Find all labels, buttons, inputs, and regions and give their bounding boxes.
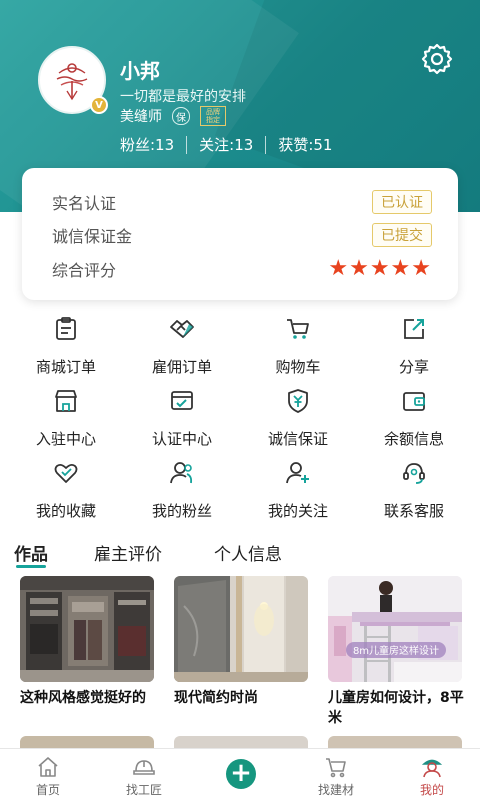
avatar[interactable]: V — [38, 46, 108, 114]
menu-label: 认证中心 — [151, 430, 212, 448]
nav-label: 首页 — [35, 783, 60, 797]
nav-find-materials[interactable]: 找建材 — [288, 749, 384, 800]
nav-label: 我的 — [419, 783, 444, 797]
menu-my-fans[interactable]: 我的粉丝 — [122, 456, 242, 528]
rating-row: 综合评分 ★★★★★ — [52, 256, 432, 281]
verified-badge-icon: V — [90, 96, 108, 114]
work-image: 8m儿童房这样设计 — [328, 576, 462, 682]
menu-balance[interactable]: 余额信息 — [354, 384, 474, 456]
clipboard-icon — [56, 317, 76, 340]
work-image — [20, 576, 154, 682]
menu-integrity[interactable]: 诚信保证 — [238, 384, 358, 456]
rating-label: 综合评分 — [52, 260, 117, 280]
menu-label: 我的收藏 — [35, 502, 96, 520]
tab-works[interactable]: 作品 — [14, 540, 48, 565]
heart-icon — [54, 463, 78, 483]
settings-gear-icon[interactable] — [420, 42, 454, 76]
home-icon — [38, 757, 58, 777]
brand-designated-badge: 品牌指定 — [200, 106, 226, 126]
menu-label: 余额信息 — [383, 430, 444, 448]
menu-favorites[interactable]: 我的收藏 — [6, 456, 126, 528]
avatar-logo-icon — [56, 63, 88, 101]
menu-cert-center[interactable]: 认证中心 — [122, 384, 242, 456]
fans-count[interactable]: 粉丝:13 — [120, 134, 174, 155]
work-title: 这种风格感觉挺好的 — [20, 690, 146, 706]
content-tabs: 作品 雇主评价 个人信息 — [0, 540, 480, 570]
menu-my-follows[interactable]: 我的关注 — [238, 456, 358, 528]
menu-settle-center[interactable]: 入驻中心 — [6, 384, 126, 456]
nav-label: 找建材 — [317, 783, 354, 797]
username: 小邦 — [120, 59, 160, 83]
certificate-icon — [171, 391, 193, 410]
share-icon — [404, 319, 424, 339]
menu-share[interactable]: 分享 — [354, 312, 474, 384]
plus-icon: + — [226, 759, 256, 789]
work-card[interactable]: 8m儿童房这样设计 儿童房如何设计，8平米 — [328, 576, 464, 728]
nav-publish[interactable]: + — [192, 749, 288, 800]
work-card[interactable]: 这种风格感觉挺好的 — [20, 576, 154, 708]
work-card[interactable]: 现代简约时尚 — [174, 576, 308, 708]
shield-yen-icon — [288, 389, 308, 413]
cart-icon — [326, 758, 346, 778]
menu-label: 联系客服 — [383, 502, 444, 520]
menu-label: 我的关注 — [267, 502, 328, 520]
store-icon — [55, 390, 77, 412]
work-title: 儿童房如何设计，8平米 — [328, 690, 464, 726]
deposit-status-badge: 已提交 — [372, 223, 432, 247]
menu-label: 入驻中心 — [35, 430, 96, 448]
menu-cart[interactable]: 购物车 — [238, 312, 358, 384]
handshake-icon — [170, 320, 194, 338]
follow-user-icon — [286, 462, 309, 484]
fans-icon — [170, 462, 193, 484]
headset-icon — [403, 463, 425, 484]
deposit-row[interactable]: 诚信保证金 已提交 — [52, 223, 432, 247]
nav-home[interactable]: 首页 — [0, 749, 96, 800]
menu-label: 雇佣订单 — [151, 358, 212, 376]
work-overlay-text: 8m儿童房这样设计 — [353, 644, 439, 657]
tab-personal-info[interactable]: 个人信息 — [214, 540, 282, 565]
rating-stars: ★★★★★ — [328, 256, 432, 281]
bottom-nav: 首页 找工匠 + 找建材 我的 — [0, 748, 480, 800]
verification-card: 实名认证 已认证 诚信保证金 已提交 综合评分 ★★★★★ — [22, 168, 458, 300]
helmet-icon — [133, 760, 155, 775]
menu-label: 分享 — [398, 358, 429, 376]
menu-mall-orders[interactable]: 商城订单 — [6, 312, 126, 384]
deposit-label: 诚信保证金 — [52, 227, 133, 246]
menu-label: 我的粉丝 — [151, 502, 212, 520]
real-name-status-badge: 已认证 — [372, 190, 432, 214]
profile-motto: 一切都是最好的安排 — [120, 89, 246, 105]
following-count[interactable]: 关注:13 — [199, 134, 253, 155]
role-row: 美缝师 保 品牌指定 — [120, 106, 226, 126]
work-title: 现代简约时尚 — [174, 690, 258, 706]
profile-stats: 粉丝:13 关注:13 获赞:51 — [120, 134, 332, 155]
menu-label: 购物车 — [275, 358, 321, 376]
menu-label: 诚信保证 — [267, 430, 328, 448]
profile-icon — [421, 759, 443, 778]
real-name-row[interactable]: 实名认证 已认证 — [52, 190, 432, 214]
menu-hire-orders[interactable]: 雇佣订单 — [122, 312, 242, 384]
likes-count: 获赞:51 — [278, 136, 333, 154]
menu-customer-service[interactable]: 联系客服 — [354, 456, 474, 528]
tab-employer-reviews[interactable]: 雇主评价 — [94, 540, 162, 565]
nav-mine[interactable]: 我的 — [384, 749, 480, 800]
guarantee-icon: 保 — [172, 107, 190, 125]
work-image — [174, 576, 308, 682]
nav-find-craftsman[interactable]: 找工匠 — [96, 749, 192, 800]
wallet-icon — [403, 392, 425, 411]
active-tab-indicator — [16, 565, 46, 568]
role-label: 美缝师 — [120, 109, 162, 125]
cart-icon — [287, 319, 309, 339]
menu-label: 商城订单 — [35, 358, 96, 376]
real-name-label: 实名认证 — [52, 194, 117, 213]
nav-label: 找工匠 — [125, 783, 162, 797]
